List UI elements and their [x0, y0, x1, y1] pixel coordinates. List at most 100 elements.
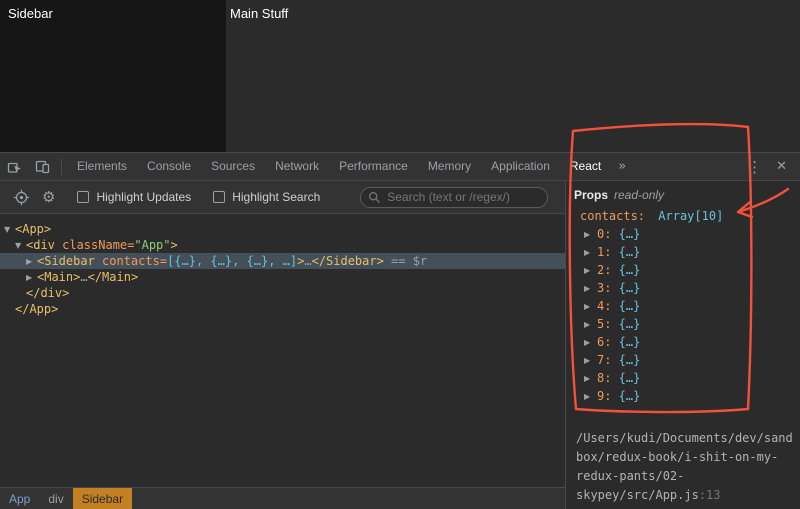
search-input[interactable]	[360, 186, 549, 208]
code-segment: …	[80, 270, 88, 284]
tree-row[interactable]: ▶ <Main>…</Main>	[0, 269, 565, 285]
prop-key: 6:	[597, 335, 612, 349]
prop-item-0[interactable]: ▶ 0: {…}	[584, 225, 800, 243]
app-main-region: Main Stuff	[226, 0, 800, 152]
code-segment: "App"	[134, 238, 171, 252]
highlight-search-checkbox[interactable]	[213, 191, 226, 203]
breadcrumb-item-app[interactable]: App	[0, 488, 39, 509]
props-pane: Props read-only contacts: Array[10] ▶ 0: …	[566, 181, 800, 509]
disclosure-triangle[interactable]: ▼	[15, 238, 26, 254]
highlight-updates-checkbox[interactable]	[77, 191, 90, 203]
devtools-main-split: ⚙ Highlight Updates Highlight Search ▼<A…	[0, 181, 800, 509]
more-tabs-icon[interactable]: »	[611, 159, 633, 174]
disclosure-triangle[interactable]: ▶	[584, 316, 597, 334]
source-file-link[interactable]: /Users/kudi/Documents/dev/sandbox/redux-…	[574, 429, 794, 509]
breadcrumb-item-div[interactable]: div	[39, 488, 72, 509]
prop-item-4[interactable]: ▶ 4: {…}	[584, 297, 800, 315]
tree-row[interactable]: ▼ <App>	[0, 221, 565, 237]
tab-elements[interactable]: Elements	[67, 153, 137, 180]
prop-item-8[interactable]: ▶ 8: {…}	[584, 369, 800, 387]
tab-network[interactable]: Network	[265, 153, 329, 180]
prop-value: {…}	[611, 227, 641, 241]
tabbar-separator	[61, 158, 62, 175]
app-sidebar-region: Sidebar	[0, 0, 226, 152]
disclosure-triangle[interactable]: ▶	[584, 352, 597, 370]
code-segment: <div	[26, 238, 63, 252]
disclosure-triangle[interactable]: ▶	[584, 334, 597, 352]
devtools-panel: Elements Console Sources Network Performance…	[0, 152, 800, 509]
prop-item-5[interactable]: ▶ 5: {…}	[584, 315, 800, 333]
prop-item-9[interactable]: ▶ 9: {…}	[584, 387, 800, 405]
prop-value: {…}	[611, 281, 641, 295]
props-list: ▶ 0: {…} ▶ 1: {…} ▶ 2: {…} ▶ 3: {…} ▶ 4: {…} ▶ 5: {…	[584, 225, 800, 405]
prop-value: {…}	[611, 335, 641, 349]
code-segment: [{…}, {…}, {…}, …]	[167, 254, 298, 268]
props-contacts-row[interactable]: contacts: Array[10]	[580, 207, 800, 225]
prop-item-3[interactable]: ▶ 3: {…}	[584, 279, 800, 297]
prop-value: {…}	[611, 299, 641, 313]
prop-item-6[interactable]: ▶ 6: {…}	[584, 333, 800, 351]
disclosure-triangle[interactable]: ▼	[4, 222, 15, 238]
select-component-icon[interactable]	[13, 189, 30, 206]
prop-item-2[interactable]: ▶ 2: {…}	[584, 261, 800, 279]
app-sidebar-label: Sidebar	[8, 6, 53, 21]
kebab-menu-icon[interactable]: ⋮	[740, 158, 769, 176]
breadcrumb-item-sidebar[interactable]: Sidebar	[72, 488, 133, 509]
tab-sources[interactable]: Sources	[201, 153, 265, 180]
code-segment: <App>	[15, 222, 52, 236]
prop-value: {…}	[611, 371, 641, 385]
tab-react[interactable]: React	[560, 153, 611, 180]
highlight-updates-label: Highlight Updates	[96, 190, 192, 204]
app-main-label: Main Stuff	[230, 6, 289, 21]
disclosure-triangle[interactable]: ▶	[26, 270, 37, 286]
tree-row[interactable]: ▼ <div className="App">	[0, 237, 565, 253]
tab-application[interactable]: Application	[481, 153, 560, 180]
code-segment: </Sidebar>	[311, 254, 384, 268]
prop-item-1[interactable]: ▶ 1: {…}	[584, 243, 800, 261]
disclosure-triangle[interactable]: ▶	[584, 370, 597, 388]
device-toolbar-icon[interactable]	[28, 153, 56, 180]
code-segment: </App>	[15, 302, 59, 316]
prop-key: 4:	[597, 299, 612, 313]
props-readonly-label: read-only	[614, 188, 665, 202]
component-tree: ▼ <App> ▼ <div className="App"> ▶ <Sidebar co…	[0, 214, 565, 487]
prop-key: 5:	[597, 317, 612, 331]
web-page-preview: Sidebar Main Stuff	[0, 0, 800, 152]
prop-key: 9:	[597, 389, 612, 403]
tree-row[interactable]: </div>	[0, 285, 565, 301]
tree-row-selected[interactable]: ▶ <Sidebar contacts=[{…}, {…}, {…}, …]>…<…	[0, 253, 565, 269]
props-contacts-value: Array[10]	[658, 209, 724, 223]
screen: Sidebar Main Stuff Elements Console Sour…	[0, 0, 800, 509]
disclosure-triangle[interactable]: ▶	[584, 262, 597, 280]
prop-value: {…}	[611, 317, 641, 331]
search-field-wrap	[360, 186, 549, 208]
breadcrumb: App div Sidebar	[0, 487, 565, 509]
source-file-path: /Users/kudi/Documents/dev/sandbox/redux-…	[576, 431, 793, 502]
close-devtools-icon[interactable]: ✕	[769, 159, 794, 174]
disclosure-triangle[interactable]: ▶	[584, 244, 597, 262]
disclosure-triangle[interactable]: ▶	[26, 254, 37, 270]
disclosure-triangle[interactable]: ▶	[584, 298, 597, 316]
tab-performance[interactable]: Performance	[329, 153, 418, 180]
prop-item-7[interactable]: ▶ 7: {…}	[584, 351, 800, 369]
disclosure-triangle[interactable]: ▶	[584, 280, 597, 298]
disclosure-triangle[interactable]: ▶	[584, 388, 597, 406]
tab-memory[interactable]: Memory	[418, 153, 481, 180]
prop-key: 2:	[597, 263, 612, 277]
prop-key: 8:	[597, 371, 612, 385]
settings-gear-icon[interactable]: ⚙	[42, 188, 55, 206]
disclosure-triangle[interactable]: ▶	[584, 226, 597, 244]
prop-value: {…}	[611, 353, 641, 367]
react-toolbar: ⚙ Highlight Updates Highlight Search	[0, 181, 565, 214]
devtools-tabbar: Elements Console Sources Network Performance…	[0, 153, 800, 181]
prop-key: 3:	[597, 281, 612, 295]
code-segment: >	[170, 238, 178, 252]
devtools-tabs: Elements Console Sources Network Performance…	[67, 153, 611, 180]
code-segment: </div>	[26, 286, 70, 300]
tab-console[interactable]: Console	[137, 153, 201, 180]
code-segment: </Main>	[87, 270, 139, 284]
prop-key: 1:	[597, 245, 612, 259]
inspect-element-icon[interactable]	[0, 153, 28, 180]
source-line-number: :13	[698, 488, 721, 502]
tree-row[interactable]: </App>	[0, 301, 565, 317]
